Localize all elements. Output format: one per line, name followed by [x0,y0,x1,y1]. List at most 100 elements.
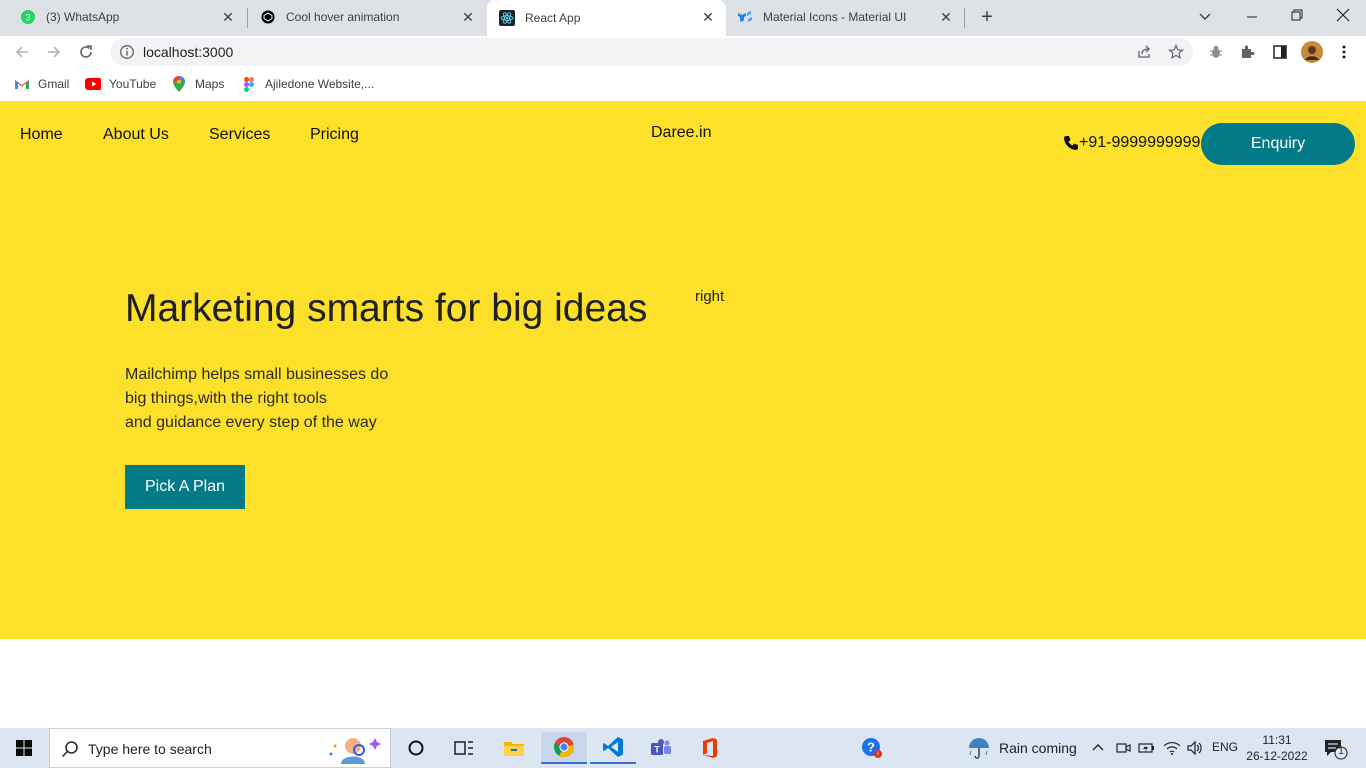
extension-bug-button[interactable] [1204,40,1228,64]
language-indicator[interactable]: ENG [1212,740,1238,754]
reload-icon [80,45,92,58]
wifi-button[interactable] [1163,740,1181,761]
office-taskbar-button[interactable] [690,732,730,764]
minimize-button[interactable] [1243,8,1261,26]
puzzle-icon [1242,45,1255,58]
forward-button[interactable] [42,40,66,64]
taskbar-search-box[interactable]: Type here to search [49,728,391,768]
vscode-taskbar-button[interactable] [590,732,636,764]
hero-description-line: and guidance every step of the way [125,414,377,431]
battery-button[interactable] [1138,740,1156,761]
svg-text:T: T [654,745,660,755]
weather-widget[interactable]: Rain coming [966,736,1077,760]
chrome-taskbar-button[interactable] [541,732,587,764]
enquiry-button[interactable]: Enquiry [1201,123,1355,165]
task-view-icon [454,741,473,755]
battery-charging-icon [1138,743,1154,753]
volume-button[interactable] [1186,740,1204,761]
figma-icon [241,76,257,92]
kebab-menu-icon [1342,45,1346,59]
help-taskbar-button[interactable]: ?! [852,732,892,764]
tab-material-icons[interactable]: Material Icons - Material UI ✕ [727,0,964,34]
action-center-button[interactable]: 1 [1323,738,1349,760]
tab-search-button[interactable] [1196,8,1214,26]
weather-text: Rain coming [999,740,1077,756]
teams-taskbar-button[interactable]: T [641,732,681,764]
file-explorer-button[interactable] [494,732,534,764]
nav-link-services[interactable]: Services [209,126,270,144]
hero-description-line: Mailchimp helps small businesses do [125,366,389,383]
speaker-icon [1187,740,1202,756]
share-icon[interactable] [1136,44,1152,60]
react-icon [499,10,515,26]
new-tab-button[interactable]: + [978,7,996,27]
notification-icon [1325,740,1348,760]
whatsapp-icon: 3 [20,9,36,25]
vscode-icon [603,737,623,757]
avatar-icon [1301,41,1323,63]
info-icon[interactable] [119,44,135,60]
tab-react-app[interactable]: React App ✕ [487,0,726,36]
rain-umbrella-icon [969,738,989,759]
bookmark-youtube[interactable]: YouTube [85,76,156,92]
meet-now-button[interactable] [1115,740,1131,761]
bookmark-label: Maps [195,77,225,91]
task-view-button[interactable] [444,732,484,764]
phone-number: +91-9999999999 [1079,134,1201,151]
notification-count: 1 [1338,746,1344,757]
close-tab-icon[interactable]: ✕ [700,9,716,25]
nav-link-about-us[interactable]: About Us [103,126,169,144]
nav-link-home[interactable]: Home [20,126,63,144]
help-question-icon: ?! [862,738,882,759]
chevron-down-icon [1199,13,1211,20]
youtube-icon [85,76,101,92]
bookmark-ajiledone[interactable]: Ajiledone Website,... [241,76,374,92]
tab-title: Cool hover animation [286,10,400,24]
close-tab-icon[interactable]: ✕ [460,9,476,25]
cortana-circle-icon [408,740,424,756]
bookmark-maps[interactable]: Maps [171,76,224,92]
search-icon [61,741,78,758]
tab-whatsapp[interactable]: 3 (3) WhatsApp ✕ [0,0,246,34]
close-tab-icon[interactable]: ✕ [938,9,954,25]
phone-contact[interactable]: +91-9999999999 [1063,134,1200,152]
bookmark-star-icon[interactable] [1168,44,1184,60]
restore-button[interactable] [1288,6,1306,24]
arrow-left-icon [15,46,28,58]
tab-cool-hover[interactable]: Cool hover animation ✕ [248,0,486,34]
extensions-button[interactable] [1236,40,1260,64]
clock[interactable]: 11:31 26-12-2022 [1246,732,1308,764]
brand-logo-text[interactable]: Daree.in [651,124,711,142]
bookmark-gmail[interactable]: Gmail [14,76,69,92]
close-tab-icon[interactable]: ✕ [220,9,236,25]
clock-time: 11:31 [1262,733,1292,747]
show-hidden-icons-button[interactable] [1091,740,1105,759]
camera-icon [1116,743,1131,753]
svg-text:?: ? [867,740,875,755]
nav-link-pricing[interactable]: Pricing [310,126,359,144]
browser-toolbar: localhost:3000 [0,36,1366,68]
search-highlight-illustration-icon [329,738,381,764]
side-panel-icon [1273,45,1287,59]
back-button[interactable] [10,40,34,64]
reload-button[interactable] [74,40,98,64]
svg-text:3: 3 [25,13,30,23]
maps-icon [171,76,187,92]
phone-icon [1064,136,1078,150]
right-placeholder-text: right [695,288,725,305]
close-window-button[interactable] [1334,6,1352,24]
cortana-button[interactable] [396,732,436,764]
pick-a-plan-button[interactable]: Pick A Plan [125,465,245,509]
tab-separator [964,8,965,28]
gmail-icon [14,76,30,92]
profile-avatar[interactable] [1300,40,1324,64]
arrow-right-icon [48,46,61,58]
chrome-menu-button[interactable] [1332,40,1356,64]
address-bar[interactable]: localhost:3000 [110,38,1193,66]
browser-tab-strip: 3 (3) WhatsApp ✕ Cool hover animation ✕ … [0,0,1366,36]
svg-text:!: ! [877,752,879,759]
url-text[interactable]: localhost:3000 [143,44,233,60]
tab-title: (3) WhatsApp [46,10,120,24]
side-panel-button[interactable] [1268,40,1292,64]
start-button[interactable] [4,732,44,764]
